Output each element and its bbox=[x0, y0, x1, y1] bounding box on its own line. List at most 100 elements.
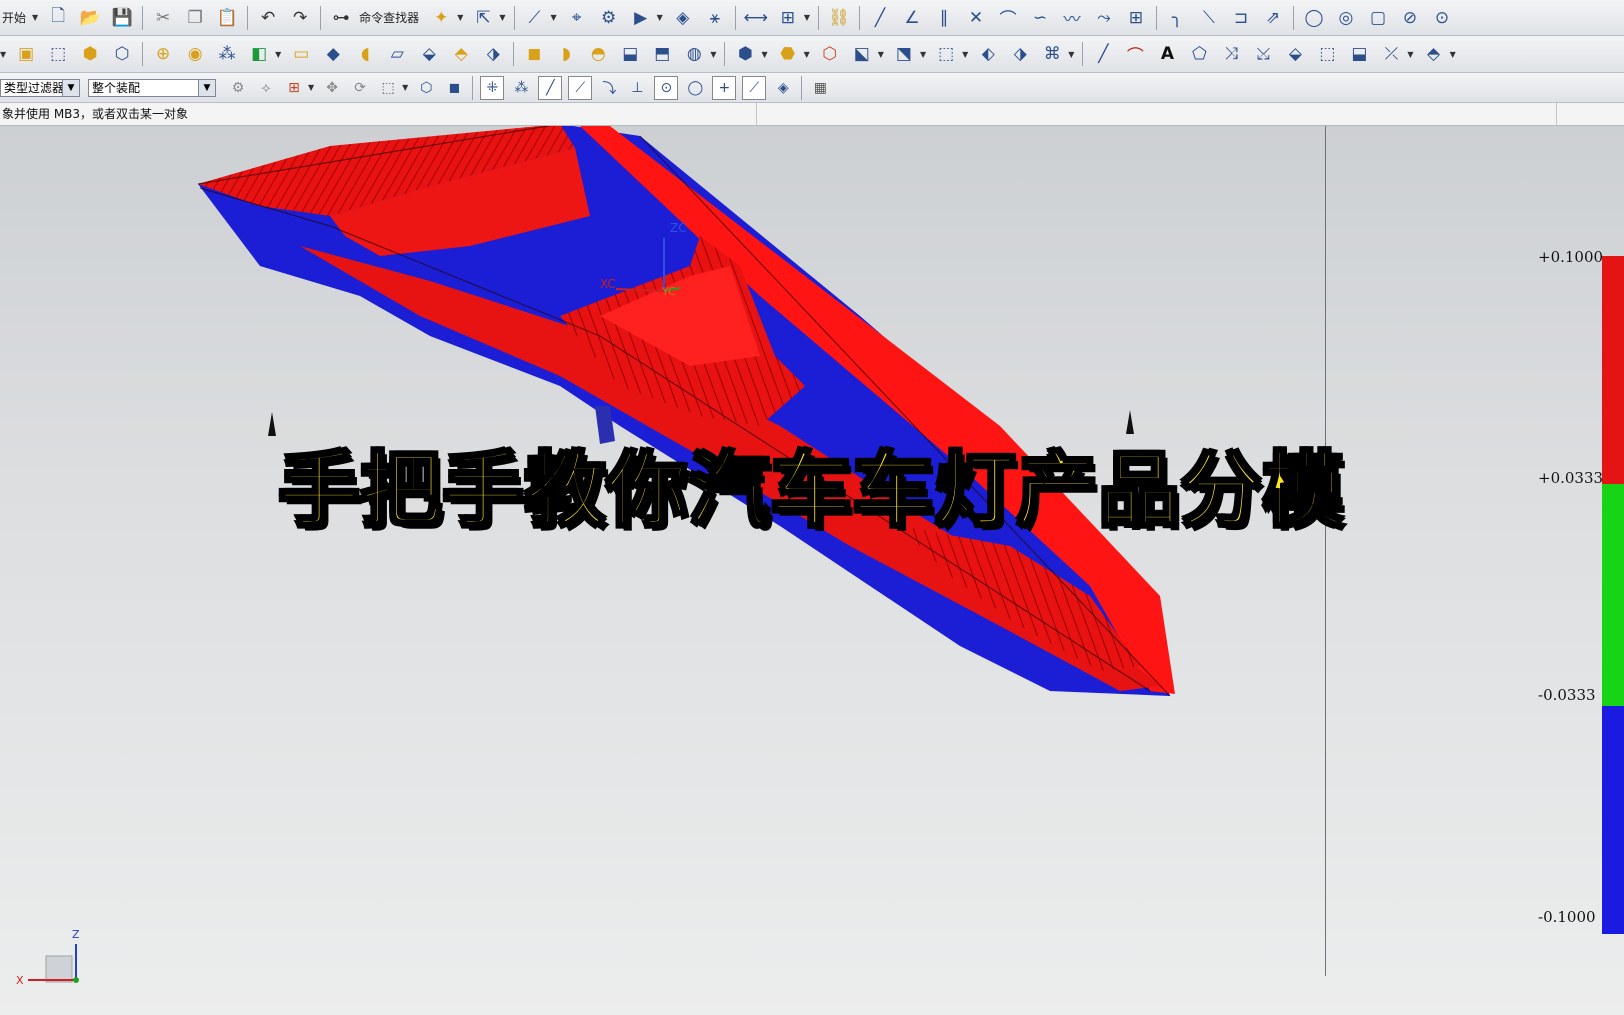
curve-icon[interactable]: ⚹ bbox=[702, 5, 728, 31]
ellipse-icon[interactable]: ⊘ bbox=[1397, 5, 1423, 31]
mid-point-icon[interactable]: ⁂ bbox=[510, 77, 532, 99]
face-blend-icon[interactable]: ◗ bbox=[553, 41, 579, 67]
bridge-icon[interactable]: ⤳ bbox=[1091, 5, 1117, 31]
revolve-icon[interactable]: ⬢ bbox=[77, 41, 103, 67]
wcs-icon[interactable]: ⌖ bbox=[564, 5, 590, 31]
filter-icon[interactable]: ⚙ bbox=[227, 77, 249, 99]
dropdown-arrow-icon[interactable]: ▼ bbox=[920, 50, 926, 59]
circle-point-icon[interactable]: ◎ bbox=[1333, 5, 1359, 31]
line-icon[interactable]: ╱ bbox=[867, 5, 893, 31]
chevron-down-icon[interactable]: ▼ bbox=[198, 79, 215, 96]
draft-icon[interactable]: ⬙ bbox=[416, 41, 442, 67]
dropdown-arrow-icon[interactable]: ▼ bbox=[0, 50, 6, 59]
dropdown-arrow-icon[interactable]: ▼ bbox=[804, 50, 810, 59]
sphere-icon[interactable]: ◍ bbox=[681, 41, 707, 67]
edge-blend-icon[interactable]: ◓ bbox=[585, 41, 611, 67]
open-folder-icon[interactable]: 📂 bbox=[77, 5, 103, 31]
arc-icon[interactable]: ⌒ bbox=[1122, 41, 1148, 67]
polygon-icon[interactable]: ⊙ bbox=[1429, 5, 1455, 31]
dropdown-arrow-icon[interactable]: ▼ bbox=[551, 13, 557, 22]
dropdown-arrow-icon[interactable]: ▼ bbox=[1407, 50, 1413, 59]
save-icon[interactable]: 💾 bbox=[109, 5, 135, 31]
dropdown-arrow-icon[interactable]: ▼ bbox=[761, 50, 767, 59]
replace-face-icon[interactable]: ⬘ bbox=[448, 41, 474, 67]
dropdown-arrow-icon[interactable]: ▼ bbox=[1450, 50, 1456, 59]
arc-center-icon[interactable]: ⤵ bbox=[598, 77, 620, 99]
dropdown-arrow-icon[interactable]: ▼ bbox=[657, 13, 663, 22]
dropdown-arrow-icon[interactable]: ▼ bbox=[962, 50, 968, 59]
scope-filter-select[interactable]: 整个装配 ▼ bbox=[88, 78, 216, 97]
snap-point-icon[interactable]: ⊞ bbox=[283, 77, 305, 99]
cube-icon[interactable]: ◼ bbox=[521, 41, 547, 67]
move-icon[interactable]: ✥ bbox=[321, 77, 343, 99]
rotate-icon[interactable]: ⟳ bbox=[349, 77, 371, 99]
wrap-curve-icon[interactable]: ⬓ bbox=[1346, 41, 1372, 67]
spline-icon[interactable]: ∽ bbox=[1027, 5, 1053, 31]
assembly-icon[interactable]: ⬢ bbox=[732, 41, 758, 67]
dropdown-arrow-icon[interactable]: ▼ bbox=[457, 13, 463, 22]
pattern-icon[interactable]: ⁂ bbox=[214, 41, 240, 67]
existing-point-icon[interactable]: ◈ bbox=[772, 77, 794, 99]
extend-icon[interactable]: ⇗ bbox=[1260, 5, 1286, 31]
select-filter-icon[interactable]: ⟡ bbox=[255, 77, 277, 99]
paste-icon[interactable]: 📋 bbox=[214, 5, 240, 31]
measure-distance-icon[interactable]: ⬗ bbox=[1007, 41, 1033, 67]
tangent-icon[interactable]: ⟋ bbox=[742, 75, 767, 100]
binoculars-icon[interactable]: ⊶ bbox=[328, 5, 354, 31]
snap-icon[interactable]: ✦ bbox=[428, 5, 454, 31]
solid-select-icon[interactable]: ◼ bbox=[443, 77, 465, 99]
dropdown-arrow-icon[interactable]: ▼ bbox=[804, 13, 810, 22]
offset-curve-icon[interactable]: ⬠ bbox=[1186, 41, 1212, 67]
line-icon[interactable]: ╱ bbox=[1090, 41, 1116, 67]
hole-icon[interactable]: ◉ bbox=[182, 41, 208, 67]
section-icon[interactable]: ⬔ bbox=[891, 41, 917, 67]
join-curve-icon[interactable]: ⬙ bbox=[1282, 41, 1308, 67]
rectangle-select-icon[interactable]: ⬚ bbox=[377, 77, 399, 99]
grid-box-icon[interactable]: ⊞ bbox=[1123, 5, 1149, 31]
line-point-icon[interactable]: ╱ bbox=[538, 75, 563, 100]
rectangle-icon[interactable]: ▢ bbox=[1365, 5, 1391, 31]
view-icon[interactable]: ⬚ bbox=[933, 41, 959, 67]
offset-icon[interactable]: ▱ bbox=[384, 41, 410, 67]
extract-curve-icon[interactable]: ⬚ bbox=[1314, 41, 1340, 67]
boolean-icon[interactable]: ⊕ bbox=[150, 41, 176, 67]
play-icon[interactable]: ▶ bbox=[628, 5, 654, 31]
sweep-icon[interactable]: ⬡ bbox=[109, 41, 135, 67]
view-triad[interactable]: Z X bbox=[12, 926, 92, 1006]
dimension-icon[interactable]: ⤫ bbox=[1378, 41, 1404, 67]
thicken-icon[interactable]: ⬗ bbox=[480, 41, 506, 67]
center-icon[interactable]: ⊙ bbox=[654, 75, 679, 100]
blend-icon[interactable]: ◖ bbox=[352, 41, 378, 67]
parallel-icon[interactable]: ∥ bbox=[931, 5, 957, 31]
curve-fit-icon[interactable]: 〰 bbox=[1059, 5, 1085, 31]
cut-icon[interactable]: ✂ bbox=[150, 5, 176, 31]
sketch-icon[interactable]: ⟋ bbox=[522, 5, 548, 31]
command-finder-button[interactable]: 命令查找器 bbox=[359, 9, 419, 26]
fillet-icon[interactable]: ╮ bbox=[1164, 5, 1190, 31]
project-curve-icon[interactable]: ⤨ bbox=[1218, 41, 1244, 67]
dropdown-arrow-icon[interactable]: ▼ bbox=[308, 83, 314, 92]
extrude-icon[interactable]: ⬚ bbox=[45, 41, 71, 67]
box-icon[interactable]: ▣ bbox=[13, 41, 39, 67]
intersect-curve-icon[interactable]: ⤩ bbox=[1250, 41, 1276, 67]
analysis-icon[interactable]: ⊞ bbox=[775, 5, 801, 31]
arc-icon[interactable]: ⌒ bbox=[995, 5, 1021, 31]
dropdown-arrow-icon[interactable]: ▼ bbox=[499, 13, 505, 22]
dropdown-arrow-icon[interactable]: ▼ bbox=[878, 50, 884, 59]
redo-icon[interactable]: ↷ bbox=[287, 5, 313, 31]
body-select-icon[interactable]: ⬡ bbox=[415, 77, 437, 99]
grid-icon[interactable]: ▦ bbox=[809, 77, 831, 99]
component-icon[interactable]: ⬣ bbox=[775, 41, 801, 67]
wave-link-icon[interactable]: ⌘ bbox=[1039, 41, 1065, 67]
circle-icon[interactable]: ◯ bbox=[1301, 5, 1327, 31]
perpendicular-icon[interactable]: ✕ bbox=[963, 5, 989, 31]
mirror-icon[interactable]: ◧ bbox=[246, 41, 272, 67]
link-icon[interactable]: ⛓ bbox=[826, 5, 852, 31]
copy-icon[interactable]: ❐ bbox=[182, 5, 208, 31]
patch-icon[interactable]: ⬒ bbox=[649, 41, 675, 67]
curve-point-icon[interactable]: ⟋ bbox=[568, 75, 593, 100]
dropdown-arrow-icon[interactable]: ▼ bbox=[275, 50, 281, 59]
start-menu-dropdown-icon[interactable]: ▼ bbox=[32, 13, 38, 22]
select-arrow-icon[interactable]: ⇱ bbox=[470, 5, 496, 31]
lamp-model-deviation-view[interactable]: ZC XC YC bbox=[0, 126, 1624, 1015]
